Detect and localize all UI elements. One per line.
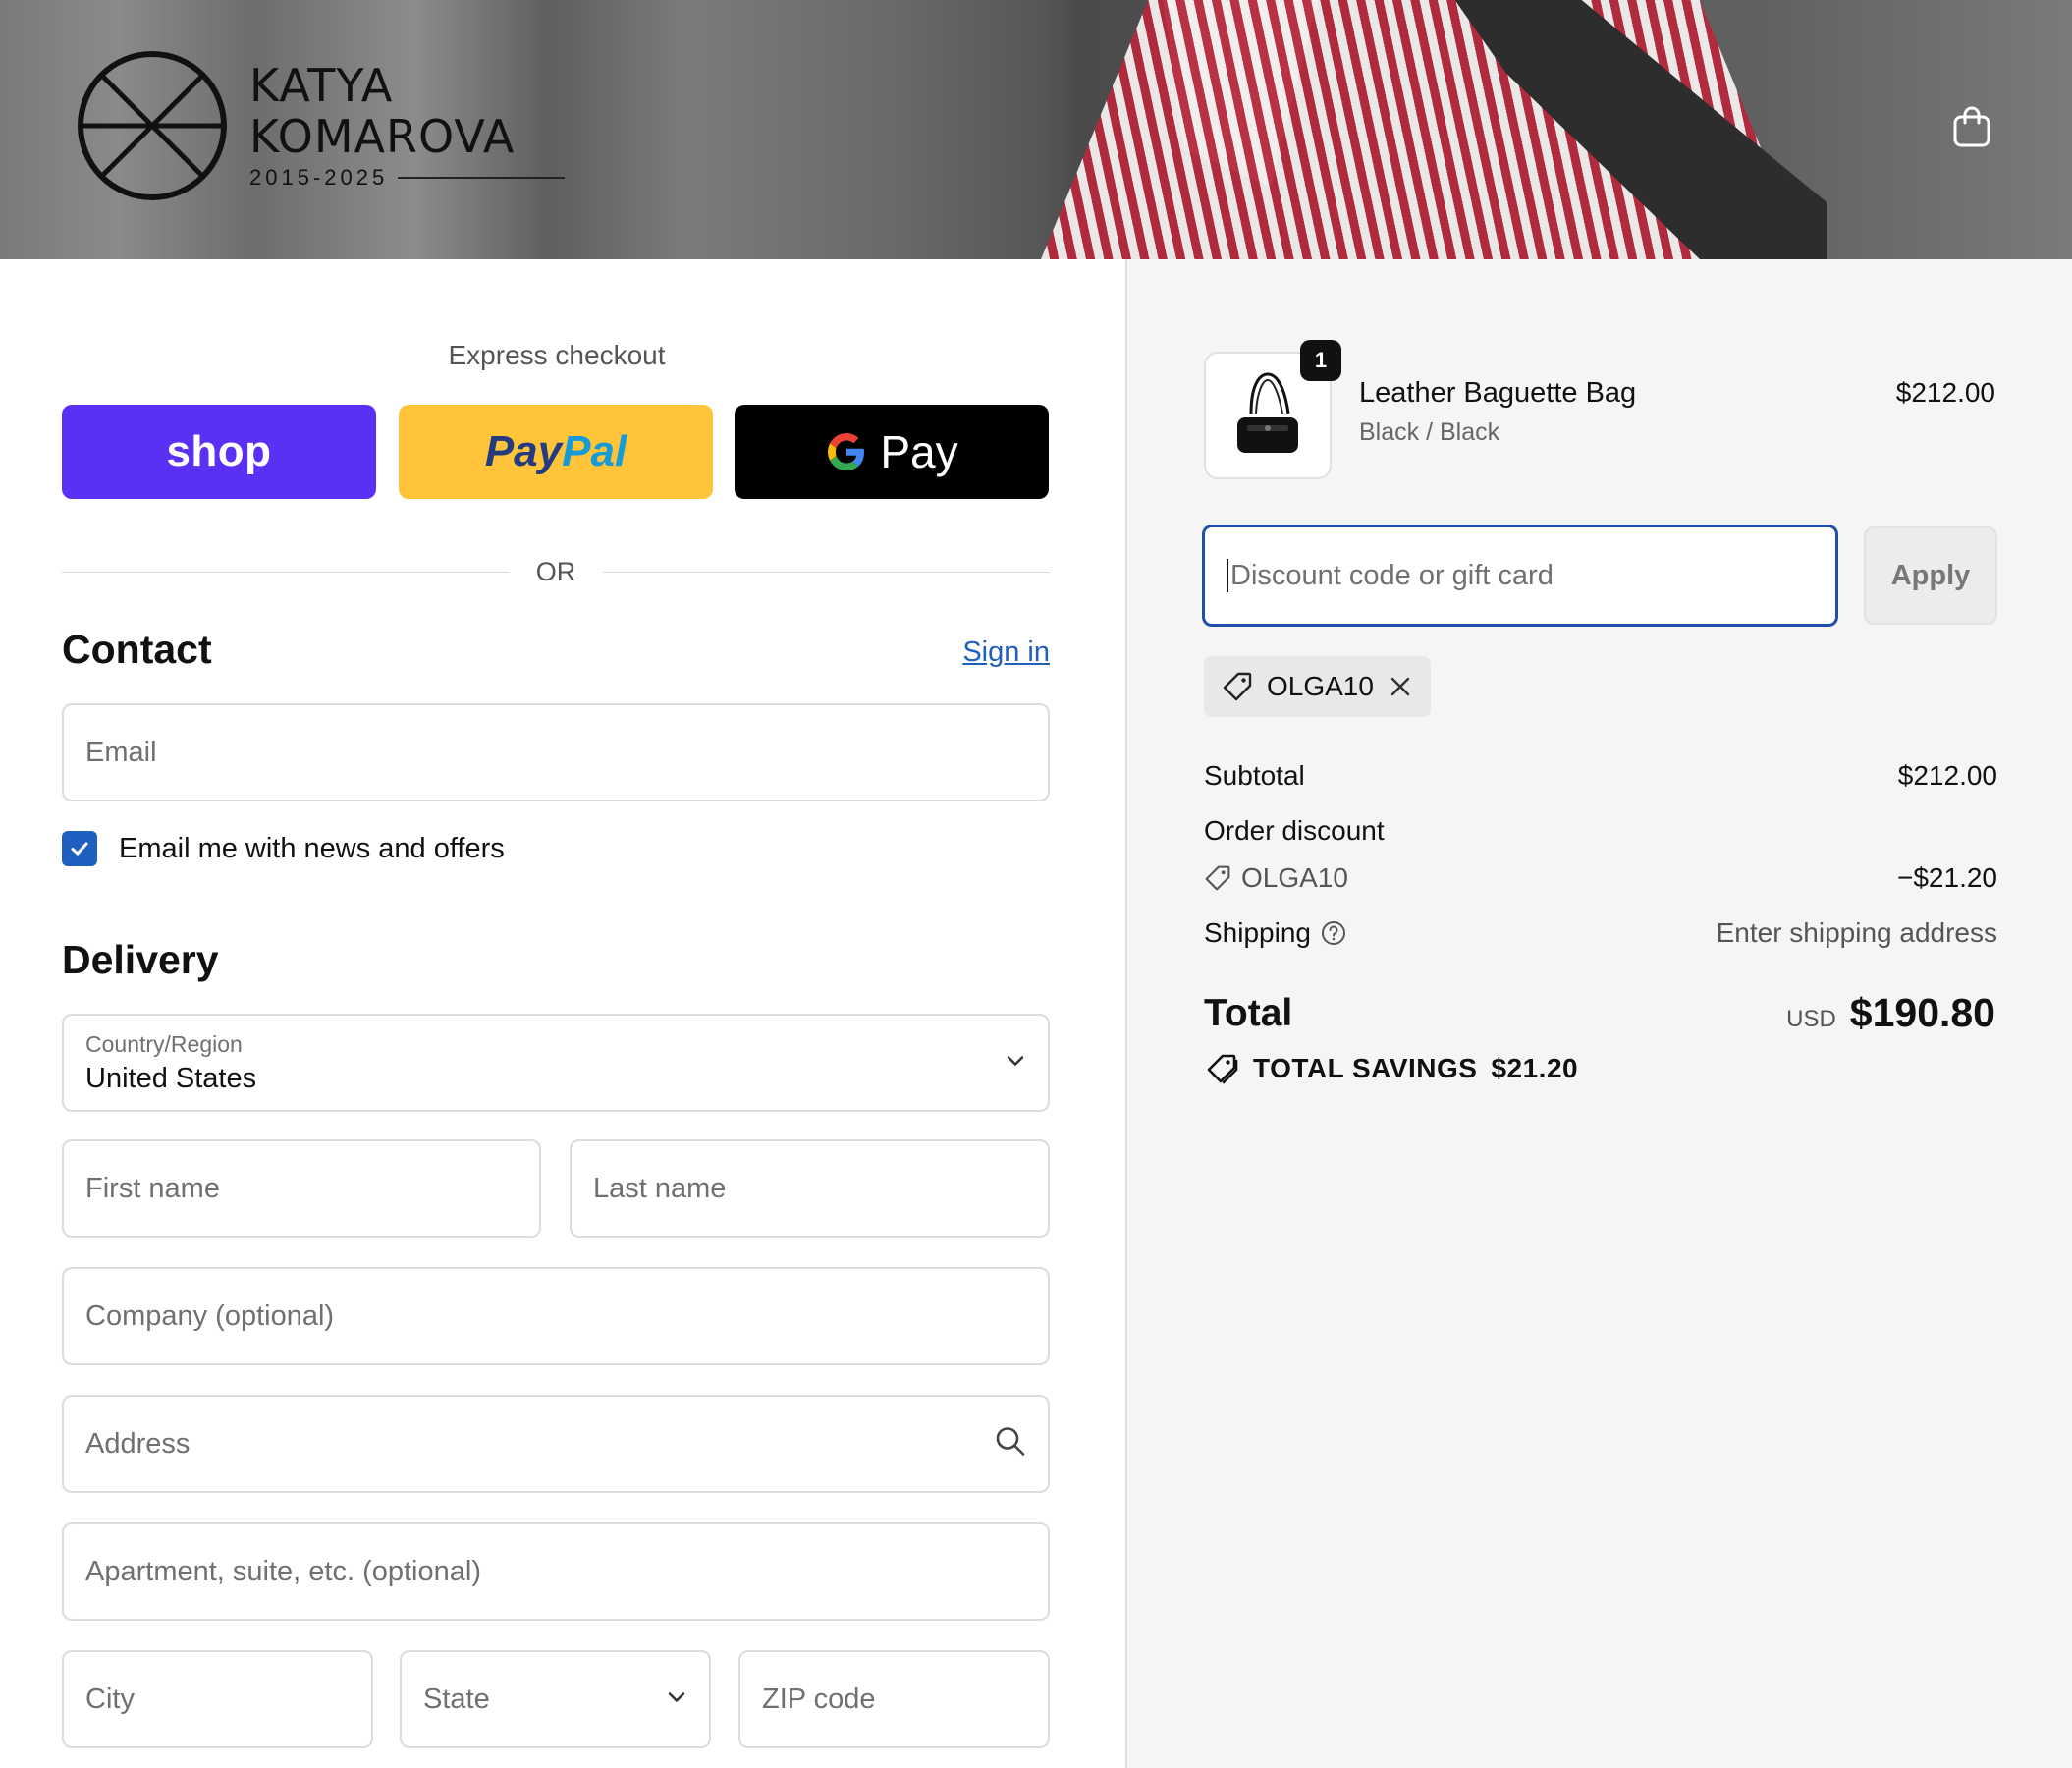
- apply-discount-button[interactable]: Apply: [1864, 526, 1997, 625]
- sign-in-link[interactable]: Sign in: [884, 636, 1050, 669]
- close-icon: [1390, 677, 1410, 696]
- shipping-label: Shipping: [1204, 917, 1311, 948]
- chevron-down-icon: [1005, 1050, 1026, 1077]
- country-select-value: United States: [85, 1063, 257, 1094]
- cart-button[interactable]: [1948, 102, 1995, 151]
- or-label: OR: [535, 556, 576, 586]
- product-name: Leather Baguette Bag: [1359, 377, 1637, 409]
- order-discount-code: OLGA10: [1241, 862, 1348, 893]
- checkmark-icon: [71, 842, 88, 856]
- savings-tag-icon: [1207, 1054, 1238, 1084]
- address-field[interactable]: Address: [62, 1395, 1050, 1493]
- tag-icon: [1205, 865, 1230, 891]
- brand-years: 2015-2025: [249, 165, 389, 190]
- shopping-bag-icon: [1953, 106, 1990, 147]
- order-discount-code-group: OLGA10: [1204, 862, 1348, 894]
- bag-product-image-icon: [1237, 372, 1298, 453]
- brand-wordmark: KATYA KOMAROVA 2015-2025: [249, 59, 566, 192]
- apartment-placeholder: Apartment, suite, etc. (optional): [85, 1555, 481, 1587]
- product-variant: Black / Black: [1359, 418, 1500, 446]
- order-discount-value: −$21.20: [1897, 862, 1997, 893]
- shop-pay-label: shop: [166, 427, 272, 475]
- shipping-row: Shipping Enter shipping address: [1204, 917, 1997, 949]
- search-icon[interactable]: [995, 1426, 1026, 1463]
- discount-code-input[interactable]: Discount code or gift card: [1202, 525, 1838, 627]
- paypal-label-part1: Pay: [484, 427, 563, 475]
- total-amount-group: USD $190.80: [1786, 990, 1995, 1036]
- newsletter-label: Email me with news and offers: [119, 832, 505, 864]
- address-placeholder: Address: [85, 1427, 191, 1460]
- help-circle-icon[interactable]: [1321, 920, 1346, 946]
- city-placeholder: City: [85, 1683, 135, 1715]
- email-field[interactable]: Email: [62, 703, 1050, 801]
- or-divider: OR: [62, 552, 1050, 591]
- order-discount-code-row: OLGA10 −$21.20: [1204, 862, 1997, 894]
- paypal-label-part2: Pal: [562, 427, 627, 475]
- newsletter-checkbox[interactable]: [62, 831, 97, 866]
- first-name-field[interactable]: First name: [62, 1139, 541, 1238]
- paypal-button[interactable]: Pay Pal: [399, 405, 713, 499]
- brand-name-line2: KOMAROVA: [249, 110, 516, 163]
- state-placeholder: State: [423, 1683, 490, 1715]
- divider-line-left: [62, 571, 509, 573]
- total-value: $190.80: [1849, 990, 1995, 1035]
- applied-discount-code: OLGA10: [1267, 671, 1374, 701]
- brand-logo-mark-icon: [78, 51, 227, 200]
- brand-name-line1: KATYA: [249, 59, 394, 112]
- remove-discount-button[interactable]: [1388, 674, 1413, 699]
- subtotal-label: Subtotal: [1204, 760, 1305, 791]
- discount-code-placeholder: Discount code or gift card: [1230, 559, 1554, 591]
- total-currency: USD: [1786, 1006, 1836, 1032]
- brand-logo[interactable]: KATYA KOMAROVA 2015-2025: [77, 49, 587, 202]
- applied-discount-chip: OLGA10: [1204, 656, 1431, 717]
- subtotal-value: $212.00: [1897, 760, 1997, 791]
- total-savings-value: $21.20: [1491, 1053, 1579, 1083]
- apartment-field[interactable]: Apartment, suite, etc. (optional): [62, 1522, 1050, 1621]
- divider-line-right: [603, 571, 1050, 573]
- google-pay-label: Pay: [880, 426, 958, 477]
- shipping-value: Enter shipping address: [1716, 917, 1997, 948]
- company-field[interactable]: Company (optional): [62, 1267, 1050, 1365]
- contact-heading: Contact: [62, 627, 212, 672]
- total-savings-row: TOTAL SAVINGS $21.20: [1204, 1053, 1578, 1084]
- last-name-placeholder: Last name: [593, 1172, 727, 1204]
- total-label: Total: [1204, 992, 1293, 1034]
- google-pay-button[interactable]: Pay: [735, 405, 1049, 499]
- header-banner: KATYA KOMAROVA 2015-2025: [0, 0, 2072, 259]
- text-caret: [1227, 559, 1228, 592]
- product-price: $212.00: [1895, 377, 1995, 408]
- subtotal-row: Subtotal $212.00: [1204, 760, 1997, 792]
- chevron-down-icon: [666, 1686, 687, 1713]
- state-select[interactable]: State: [400, 1650, 711, 1748]
- city-field[interactable]: City: [62, 1650, 373, 1748]
- order-discount-row: Order discount: [1204, 815, 1997, 847]
- delivery-heading: Delivery: [62, 937, 219, 982]
- last-name-field[interactable]: Last name: [570, 1139, 1050, 1238]
- total-savings-label: TOTAL SAVINGS: [1253, 1053, 1478, 1083]
- express-checkout-title: Express checkout: [448, 340, 666, 370]
- zip-placeholder: ZIP code: [762, 1683, 876, 1715]
- company-placeholder: Company (optional): [85, 1299, 335, 1332]
- first-name-placeholder: First name: [85, 1172, 220, 1204]
- brand-years-rule: [398, 177, 566, 179]
- country-select[interactable]: Country/Region United States: [62, 1014, 1050, 1112]
- order-summary-column: 1 Leather Baguette Bag Black / Black $21…: [1125, 259, 2072, 1768]
- country-select-label: Country/Region: [85, 1031, 243, 1057]
- zip-field[interactable]: ZIP code: [738, 1650, 1050, 1748]
- google-g-icon: [828, 433, 865, 470]
- checkout-form-column: Express checkout shop Pay Pal Pay OR Cont…: [0, 259, 1125, 1768]
- tag-icon: [1223, 672, 1252, 701]
- order-discount-label: Order discount: [1204, 815, 1385, 846]
- shop-pay-button[interactable]: shop: [62, 405, 376, 499]
- quantity-badge: 1: [1300, 340, 1341, 381]
- email-placeholder: Email: [85, 736, 157, 768]
- brand-years-row: 2015-2025: [249, 164, 566, 192]
- newsletter-checkbox-row[interactable]: Email me with news and offers: [62, 831, 505, 866]
- shipping-label-group: Shipping: [1204, 917, 1346, 949]
